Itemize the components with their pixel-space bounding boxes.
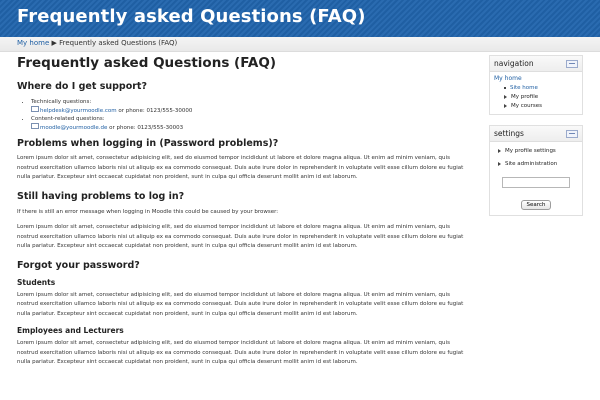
nav-item-my-profile[interactable]: My profile (504, 94, 578, 100)
login-problems-heading: Problems when logging in (Password probl… (17, 138, 279, 149)
collapse-icon[interactable] (566, 59, 578, 68)
main-content: Frequently asked Questions (FAQ) Where d… (17, 55, 472, 368)
settings-search: Search (494, 177, 578, 210)
page-header: Frequently asked Questions (FAQ) (0, 0, 600, 38)
support-content-phone: or phone: 0123/555-30003 (109, 124, 184, 131)
moodle-email-link[interactable]: moodle@yourmoodle.de (40, 125, 107, 131)
nav-item-label: Site home (510, 85, 538, 91)
nav-item-label: My courses (511, 103, 542, 109)
site-title: Frequently asked Questions (FAQ) (17, 6, 366, 27)
students-body: Lorem ipsum dolor sit amet, consectetur … (17, 291, 464, 317)
navigation-body: My home Site home My profile My courses (490, 72, 582, 114)
navigation-block: navigation My home Site home My profile … (489, 55, 583, 115)
employees-body: Lorem ipsum dolor sit amet, consectetur … (17, 340, 464, 365)
mail-icon (31, 123, 39, 129)
search-button[interactable]: Search (520, 200, 552, 210)
breadcrumb: My home ▶ Frequently asked Questions (FA… (17, 39, 177, 47)
expand-arrow-icon (504, 104, 507, 108)
settings-search-input[interactable] (502, 177, 570, 188)
navigation-block-header: navigation (490, 56, 582, 72)
nav-my-home-link[interactable]: My home (494, 75, 578, 82)
breadcrumb-separator: ▶ (51, 39, 57, 47)
support-content-label: Content-related questions: (31, 116, 105, 122)
settings-title: settings (494, 129, 524, 138)
settings-body: My profile settings Site administration … (490, 142, 582, 215)
page-title: Frequently asked Questions (FAQ) (17, 55, 276, 71)
settings-item-label: My profile settings (505, 148, 556, 154)
sidebar: navigation My home Site home My profile … (489, 55, 583, 224)
expand-arrow-icon (498, 162, 501, 166)
bullet-icon (504, 87, 506, 89)
expand-arrow-icon (504, 95, 507, 99)
still-problems-intro: If there is still an error message when … (17, 208, 279, 215)
expand-arrow-icon (498, 149, 501, 153)
forgot-password-heading: Forgot your password? (17, 259, 140, 271)
navigation-title: navigation (494, 59, 534, 68)
settings-item-site-administration[interactable]: Site administration (498, 161, 578, 167)
settings-block: settings My profile settings Site admini… (489, 125, 583, 216)
breadcrumb-current: Frequently asked Questions (FAQ) (59, 39, 178, 47)
breadcrumb-home-link[interactable]: My home (17, 39, 49, 47)
still-problems-body: Lorem ipsum dolor sit amet, consectetur … (17, 224, 464, 249)
support-heading: Where do I get support? (17, 81, 147, 92)
support-technical-label: Technically questions: (31, 99, 92, 105)
helpdesk-email-link[interactable]: helpdesk@yourmoodle.com (40, 108, 117, 114)
support-list: Technically questions: helpdesk@yourmood… (17, 98, 472, 132)
support-technical-phone: or phone: 0123/555-30000 (118, 107, 193, 114)
login-problems-body: Lorem ipsum dolor sit amet, consectetur … (17, 155, 464, 180)
students-heading: Students (17, 277, 56, 287)
collapse-icon[interactable] (566, 129, 578, 138)
settings-block-header: settings (490, 126, 582, 142)
employees-heading: Employees and Lecturers (17, 326, 124, 335)
nav-item-my-courses[interactable]: My courses (504, 103, 578, 109)
still-problems-heading: Still having problems to log in? (17, 190, 185, 202)
nav-item-site-home[interactable]: Site home (504, 85, 578, 91)
nav-item-label: My profile (511, 94, 539, 100)
mail-icon (31, 106, 39, 112)
support-content-item: Content-related questions: moodle@yourmo… (31, 115, 472, 132)
support-technical-item: Technically questions: helpdesk@yourmood… (31, 98, 472, 115)
settings-item-my-profile-settings[interactable]: My profile settings (498, 148, 578, 154)
settings-item-label: Site administration (505, 161, 558, 167)
